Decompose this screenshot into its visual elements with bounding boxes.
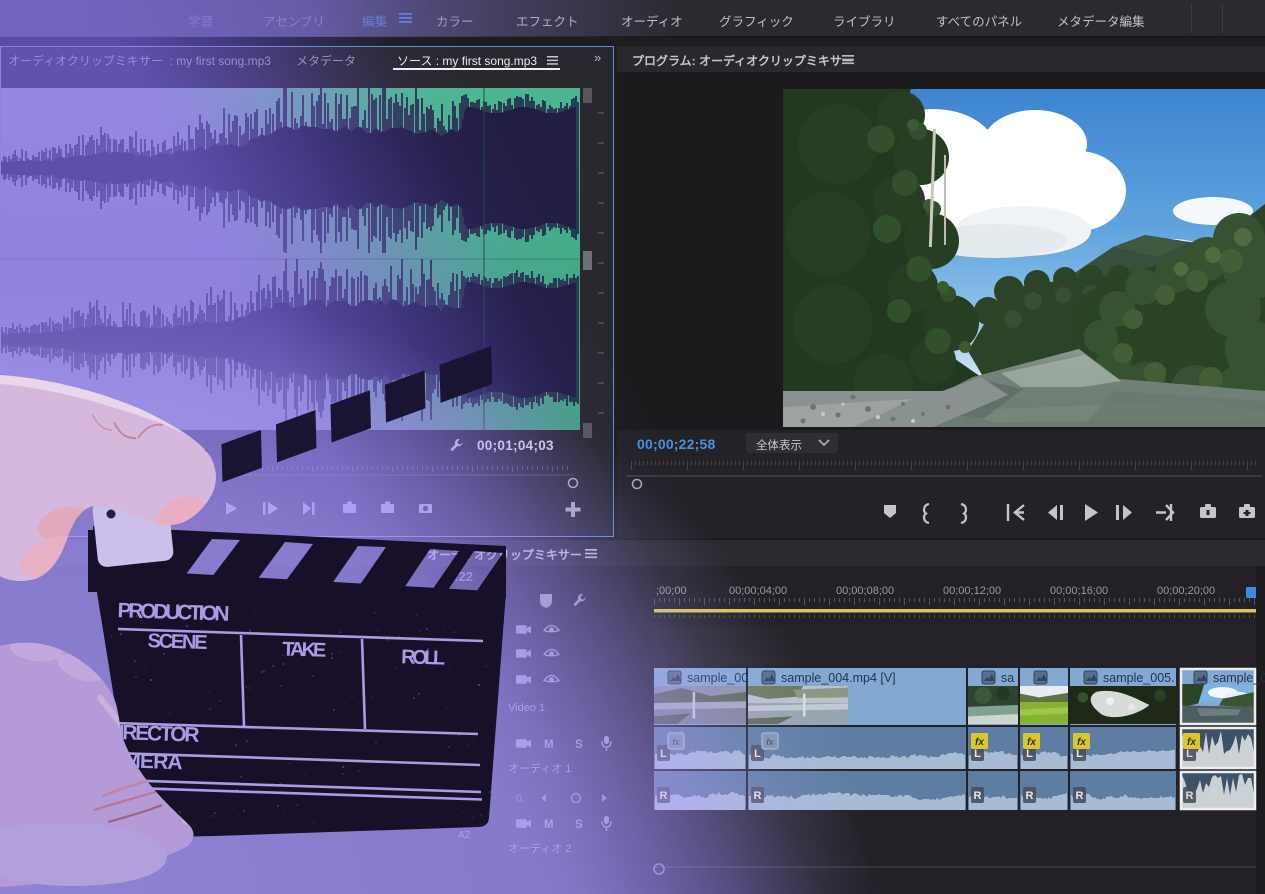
- svg-text:PRODUCTION: PRODUCTION: [117, 599, 230, 626]
- svg-text:TAKE: TAKE: [282, 638, 327, 661]
- svg-text:SCENE: SCENE: [147, 630, 208, 654]
- svg-text:ROLL: ROLL: [401, 646, 446, 669]
